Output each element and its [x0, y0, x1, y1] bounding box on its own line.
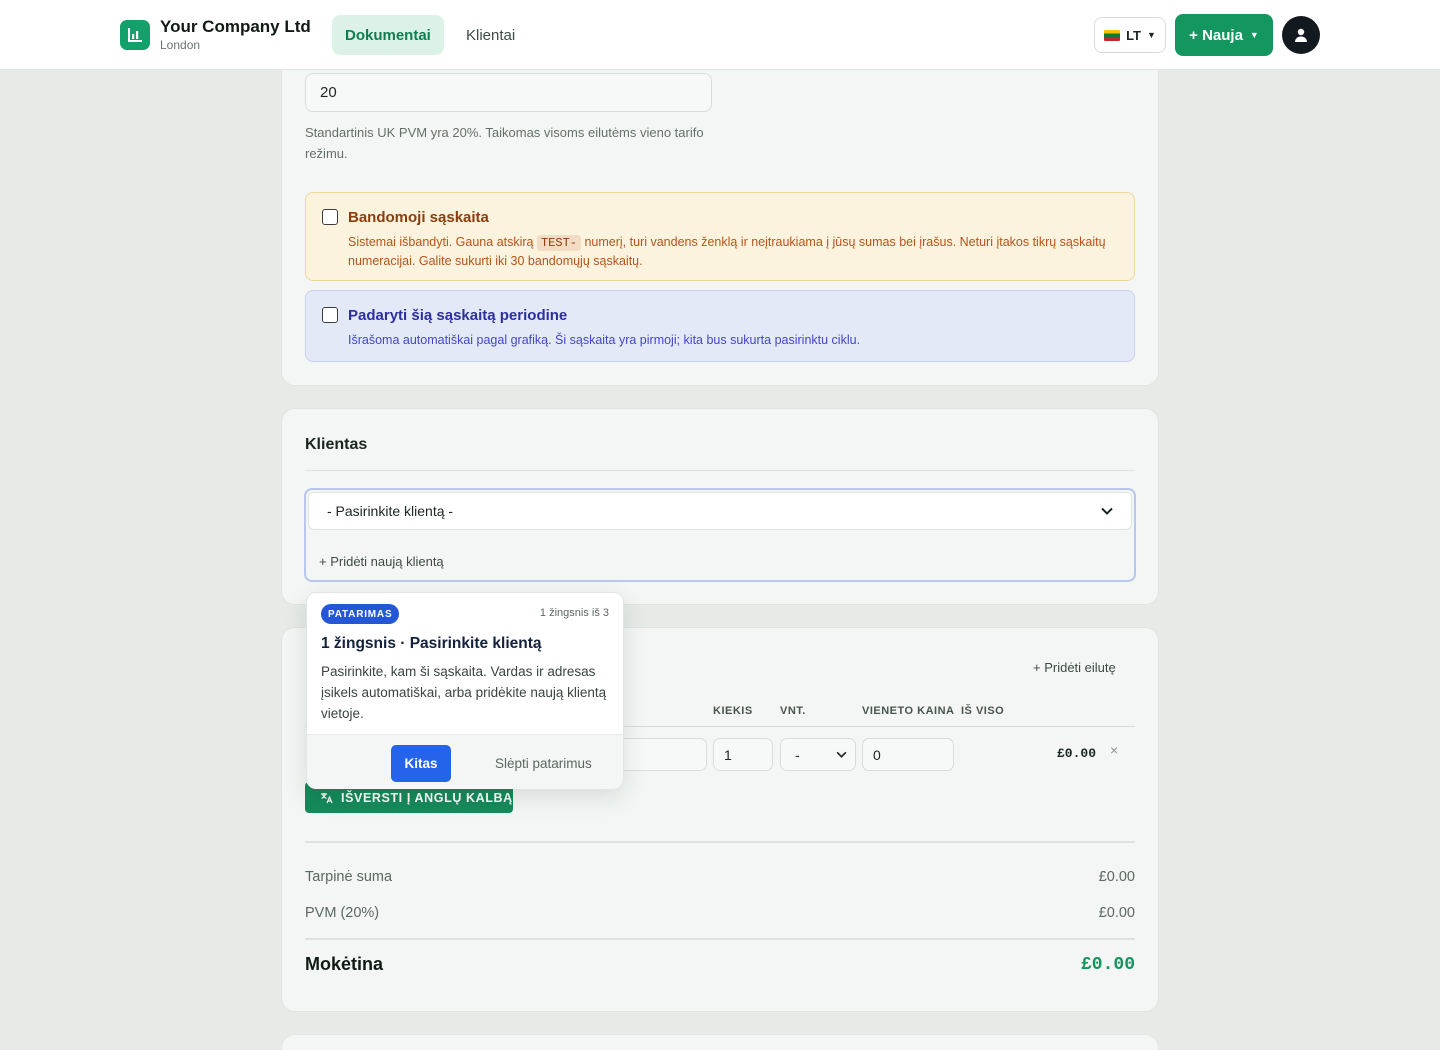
subtotal-label: Tarpinė suma — [305, 869, 393, 885]
client-select-value: - Pasirinkite klientą - — [327, 503, 454, 519]
recurring-invoice-title: Padaryti šią sąskaitą periodine — [348, 307, 568, 324]
column-header-unit-price: VIENETO KAINA — [862, 705, 955, 717]
divider — [305, 470, 1135, 471]
recurring-invoice-description: Išrašoma automatiškai pagal grafiką. Ši … — [348, 333, 861, 347]
vat-value: £0.00 — [1098, 905, 1135, 921]
tip-body: Pasirinkite, kam ši sąskaita. Vardas ir … — [321, 664, 607, 721]
item-unit-price-input[interactable]: 0 — [862, 738, 954, 771]
tip-footer: Kitas Slėpti patarimus — [307, 734, 623, 789]
user-icon — [1295, 28, 1307, 42]
add-new-client-link[interactable]: + Pridėti naują klientą — [319, 554, 444, 569]
new-button-label: + Nauja — [1189, 26, 1243, 44]
test-invoice-option: Bandomoji sąskaita Sistemai išbandyti. G… — [305, 192, 1135, 281]
subtotal-value: £0.00 — [1098, 869, 1135, 885]
item-unit-value: - — [795, 746, 800, 763]
item-line-total: £0.00 — [1056, 746, 1096, 761]
company-city: London — [160, 38, 201, 52]
next-section-card — [281, 1034, 1159, 1050]
language-code: LT — [1126, 27, 1141, 43]
vat-rate-input[interactable]: 20 — [305, 73, 712, 112]
recurring-invoice-checkbox[interactable] — [322, 307, 338, 323]
nav-tab-clients[interactable]: Klientai — [453, 15, 528, 55]
vat-label: PVM (20%) — [305, 905, 380, 921]
vat-row: PVM (20%) £0.00 — [305, 905, 1135, 921]
company-brand[interactable]: Your Company Ltd London — [120, 18, 311, 52]
item-quantity-input[interactable]: 1 — [713, 738, 773, 771]
payable-value: £0.00 — [1080, 954, 1135, 975]
hide-tips-button[interactable]: Slėpti patarimus — [495, 756, 592, 771]
payable-label: Mokėtina — [305, 954, 384, 974]
recurring-invoice-option: Padaryti šią sąskaitą periodine Išrašoma… — [305, 290, 1135, 362]
top-navigation-bar: Your Company Ltd London Dokumentai Klien… — [0, 0, 1440, 70]
tip-step-counter: 1 žingsnis iš 3 — [539, 607, 609, 619]
column-header-quantity: KIEKIS — [713, 705, 753, 717]
lithuania-flag-icon — [1104, 29, 1121, 41]
divider — [305, 841, 1135, 843]
test-invoice-checkbox[interactable] — [322, 209, 338, 225]
chevron-down-icon — [1101, 507, 1113, 515]
language-switcher[interactable]: LT ▼ — [1094, 17, 1166, 53]
user-avatar[interactable] — [1282, 16, 1320, 54]
translate-icon — [321, 792, 333, 803]
vat-help-text: Standartinis UK PVM yra 20%. Taikomas vi… — [305, 125, 704, 161]
test-invoice-description: Sistemai išbandyti. Gauna atskirą TEST- … — [348, 233, 1123, 270]
tip-badge: PATARIMAS — [321, 604, 400, 624]
chart-logo-icon — [120, 20, 150, 50]
payable-row: Mokėtina £0.00 — [305, 954, 1135, 975]
column-header-unit: VNT. — [780, 705, 806, 717]
caret-down-icon: ▼ — [1249, 30, 1259, 40]
client-section-title: Klientas — [305, 436, 368, 453]
remove-line-icon[interactable]: × — [1110, 742, 1118, 758]
nav-tab-documents[interactable]: Dokumentai — [332, 15, 444, 55]
translate-button-label: IŠVERSTI Į ANGLŲ KALBĄ — [341, 790, 513, 805]
company-name: Your Company Ltd — [160, 17, 311, 36]
divider — [305, 938, 1135, 940]
tip-next-button[interactable]: Kitas — [391, 745, 451, 782]
subtotal-row: Tarpinė suma £0.00 — [305, 869, 1135, 885]
test-code-chip: TEST- — [536, 235, 581, 251]
item-unit-select[interactable]: - — [780, 738, 856, 771]
tip-title: 1 žingsnis · Pasirinkite klientą — [321, 635, 542, 652]
client-picker-highlight: - Pasirinkite klientą - + Pridėti naują … — [304, 488, 1136, 582]
test-invoice-title: Bandomoji sąskaita — [348, 209, 489, 226]
onboarding-tooltip: PATARIMAS 1 žingsnis iš 3 1 žingsnis · P… — [306, 592, 624, 789]
client-select[interactable]: - Pasirinkite klientą - — [308, 492, 1132, 530]
chevron-down-icon — [836, 751, 847, 758]
new-document-button[interactable]: + Nauja ▼ — [1175, 14, 1273, 56]
column-header-total: IŠ VISO — [961, 705, 1005, 717]
caret-down-icon: ▼ — [1147, 30, 1156, 40]
test-invoice-text-a: Sistemai išbandyti. Gauna atskirą — [348, 235, 537, 249]
add-line-button[interactable]: + Pridėti eilutę — [1033, 660, 1116, 675]
